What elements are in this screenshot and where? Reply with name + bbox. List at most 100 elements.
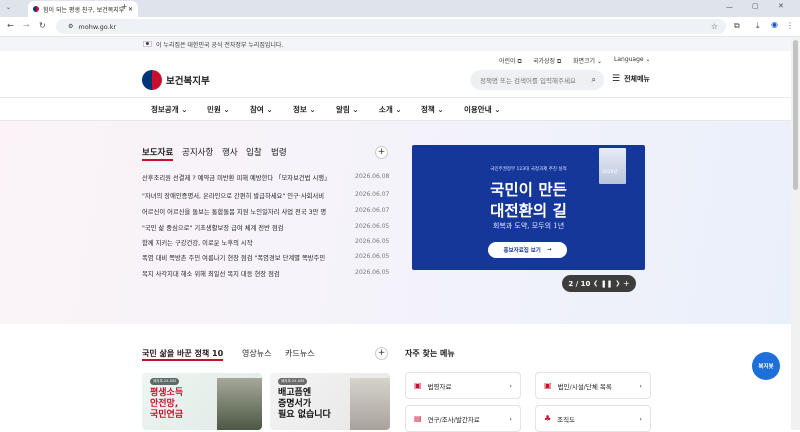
chatbot-label: 복지봇 — [758, 364, 774, 370]
tab-bids[interactable]: 입찰 — [246, 146, 262, 158]
main-navigation: 정보공개 ⌄ 민원 ⌄ 참여 ⌄ 정보 ⌄ 알림 ⌄ 소개 ⌄ 정책 ⌄ 이용안… — [0, 97, 791, 121]
gnb-item-civil[interactable]: 민원 ⌄ — [207, 104, 230, 115]
quick-link-label: 조직도 — [557, 415, 576, 424]
util-link-zoom[interactable]: 화면크기 ⌄ — [573, 56, 602, 65]
policy-card-pension[interactable]: 제지부-25-002 평생소득 안전망, 국민연금 — [142, 373, 262, 430]
quick-link-research[interactable]: ▤ 연구/조사/발간자료 › — [405, 405, 521, 432]
policy-card-food[interactable]: 제지부-25-005 배고픔엔 증명서가 필요 없습니다 — [270, 373, 390, 430]
chevron-right-icon: › — [509, 414, 512, 423]
policy-more-plus-icon[interactable]: + — [375, 347, 388, 360]
quick-link-label: 연구/조사/발간자료 — [427, 415, 480, 424]
bookmark-star-icon[interactable]: ☆ — [711, 22, 718, 31]
news-item-date: 2026.06.07 — [355, 207, 390, 214]
news-item-title[interactable]: "국민 삶 중심으로" 기초생활보장 급여 체계 전반 점검 — [142, 223, 339, 232]
chevron-right-icon: › — [639, 414, 642, 423]
site-logo[interactable]: 보건복지부 — [142, 70, 210, 90]
site-info-icon[interactable]: ⚙ — [68, 23, 73, 30]
banner-cta-button[interactable]: 홍보자료집 보기 → — [488, 242, 567, 258]
tab-list-icon[interactable]: ⌄ — [6, 5, 11, 11]
news-more-plus-icon[interactable]: + — [375, 146, 388, 159]
all-menu-button[interactable]: ☰ 전체메뉴 — [612, 74, 650, 84]
favicon-icon — [33, 6, 39, 12]
gnb-item-guide[interactable]: 이용안내 ⌄ — [464, 104, 501, 115]
tab-card-news[interactable]: 카드뉴스 — [285, 348, 314, 359]
quick-link-orgs[interactable]: ▣ 법인/시설/단체 목록 › — [535, 372, 651, 399]
minimize-icon[interactable]: — — [726, 4, 733, 11]
scrollbar-thumb[interactable] — [793, 40, 798, 190]
tab-laws[interactable]: 법령 — [271, 146, 287, 158]
chevron-right-icon: › — [509, 381, 512, 390]
logo-text: 보건복지부 — [166, 76, 210, 87]
address-bar[interactable]: ⚙ mohw.go.kr ☆ — [56, 19, 726, 34]
banner-eyebrow: 국민주권정부 123대 국정과제 추진 실적 — [490, 167, 567, 172]
tab-events[interactable]: 행사 — [222, 146, 238, 158]
browser-tab-bar: ⌄ 힘이 되는 평생 친구, 보건복지부 ✕ + — ▢ ✕ — [0, 0, 800, 17]
news-item-date: 2026.06.05 — [355, 253, 390, 260]
news-item-date: 2026.06.05 — [355, 269, 390, 276]
tab-title: 힘이 되는 평생 친구, 보건복지부 — [43, 6, 124, 14]
document-icon: ▣ — [414, 381, 422, 390]
chevron-right-icon: › — [639, 381, 642, 390]
browser-menu-icon[interactable]: ⋮ — [786, 22, 794, 30]
util-link-kids[interactable]: 어린이 ⧉ — [499, 56, 522, 66]
flag-icon — [143, 41, 152, 47]
tab-video-news[interactable]: 영상뉴스 — [242, 348, 271, 359]
search-icon[interactable]: ⌕ — [592, 75, 596, 85]
next-slide-icon[interactable]: ❯ — [615, 280, 620, 287]
util-link-symbols[interactable]: 국가상징 ⧉ — [533, 56, 561, 66]
news-item-title[interactable]: 폭염 대비 쪽방촌 주민 여름나기 현장 점검 "폭염경보 단계별 쪽방주민 — [142, 253, 339, 262]
book-icon: ▤ — [414, 414, 422, 423]
tab-announcements[interactable]: 공지사항 — [182, 146, 213, 158]
all-menu-label: 전체메뉴 — [624, 75, 650, 83]
window-close-icon[interactable]: ✕ — [778, 3, 784, 10]
download-icon[interactable]: ⤓ — [756, 22, 760, 30]
tab-press-release[interactable]: 보도자료 — [142, 146, 174, 161]
close-tab-icon[interactable]: ✕ — [128, 6, 133, 13]
reload-icon[interactable]: ↻ — [39, 22, 46, 30]
gnb-item-participation[interactable]: 참여 ⌄ — [250, 104, 273, 115]
gnb-item-notice[interactable]: 알림 ⌄ — [336, 104, 359, 115]
card-headline: 배고픔엔 증명서가 필요 없습니다 — [278, 388, 331, 420]
news-item-title[interactable]: "자녀의 장애인증명서, 온라인으로 간편히 발급하세요" 인구·사회서비 — [142, 191, 339, 200]
news-item-date: 2026.06.08 — [355, 173, 390, 180]
arrow-right-icon: → — [546, 247, 552, 253]
org-chart-icon: ♣ — [544, 414, 552, 423]
back-icon[interactable]: ← — [7, 22, 14, 30]
card-headline: 평생소득 안전망, 국민연금 — [150, 388, 184, 420]
news-item-title[interactable]: 어르신이 어르신을 돌보는 통합돌봄 지원 노인일자리 사업 전국 3만 명 — [142, 207, 339, 216]
news-item-title[interactable]: 복지 사각지대 해소 위해 최일선 복지 대응 현장 점검 — [142, 269, 339, 278]
gnb-item-info-disclosure[interactable]: 정보공개 ⌄ — [151, 104, 188, 115]
search-input[interactable]: 정책명 또는 검색어를 입력해주세요 ⌕ — [470, 70, 604, 90]
card-tag: 제지부-25-002 — [150, 378, 180, 385]
url-text: mohw.go.kr — [78, 22, 117, 31]
quick-link-laws[interactable]: ▣ 법령자료 › — [405, 372, 521, 399]
pager-count: 2 / 10 — [568, 279, 591, 288]
extensions-icon[interactable]: ⧉ — [734, 22, 740, 30]
banner-pager: 2 / 10 ❮ ❚❚ ❯ + — [562, 275, 636, 292]
promo-banner[interactable]: 2026년 국민주권정부 123대 국정과제 추진 실적 국민이 만든 대전환의… — [412, 145, 645, 270]
gov-site-banner: 이 누리집은 대한민국 공식 전자정부 누리집입니다. — [0, 37, 791, 51]
banner-subtitle: 회복과 도약, 모두의 1년 — [492, 222, 565, 230]
news-item-date: 2026.06.05 — [355, 223, 390, 230]
maximize-icon[interactable]: ▢ — [752, 3, 759, 10]
gnb-item-about[interactable]: 소개 ⌄ — [379, 104, 402, 115]
pause-icon[interactable]: ❚❚ — [601, 280, 613, 288]
new-tab-icon[interactable]: + — [121, 3, 128, 11]
prev-slide-icon[interactable]: ❮ — [593, 280, 598, 287]
news-item-title[interactable]: 산후조리원 선결제 ? 예약금 미반환 피해 예방한다 「모자보건법 시행」 — [142, 173, 339, 182]
chatbot-button[interactable]: 복지봇 — [752, 352, 780, 380]
profile-icon[interactable]: ◉ — [771, 21, 778, 29]
banner-headline-1: 국민이 만든 — [490, 181, 567, 199]
card-tag: 제지부-25-005 — [278, 378, 308, 385]
quick-menu-title: 자주 찾는 메뉴 — [405, 349, 455, 358]
tab-top-policies[interactable]: 국민 삶을 바꾼 정책 10 — [142, 348, 224, 361]
util-link-language[interactable]: Language ⌄ — [614, 56, 651, 63]
gnb-item-policy[interactable]: 정책 ⌄ — [421, 104, 444, 115]
building-icon: ▣ — [544, 381, 552, 390]
add-slide-plus-icon[interactable]: + — [623, 279, 630, 288]
taegeuk-logo-icon — [142, 70, 162, 90]
gnb-item-information[interactable]: 정보 ⌄ — [293, 104, 316, 115]
quick-link-org-chart[interactable]: ♣ 조직도 › — [535, 405, 651, 432]
news-item-title[interactable]: 함께 지키는 구강건강, 이로운 노후의 시작 — [142, 238, 339, 247]
forward-icon[interactable]: → — [23, 22, 30, 30]
